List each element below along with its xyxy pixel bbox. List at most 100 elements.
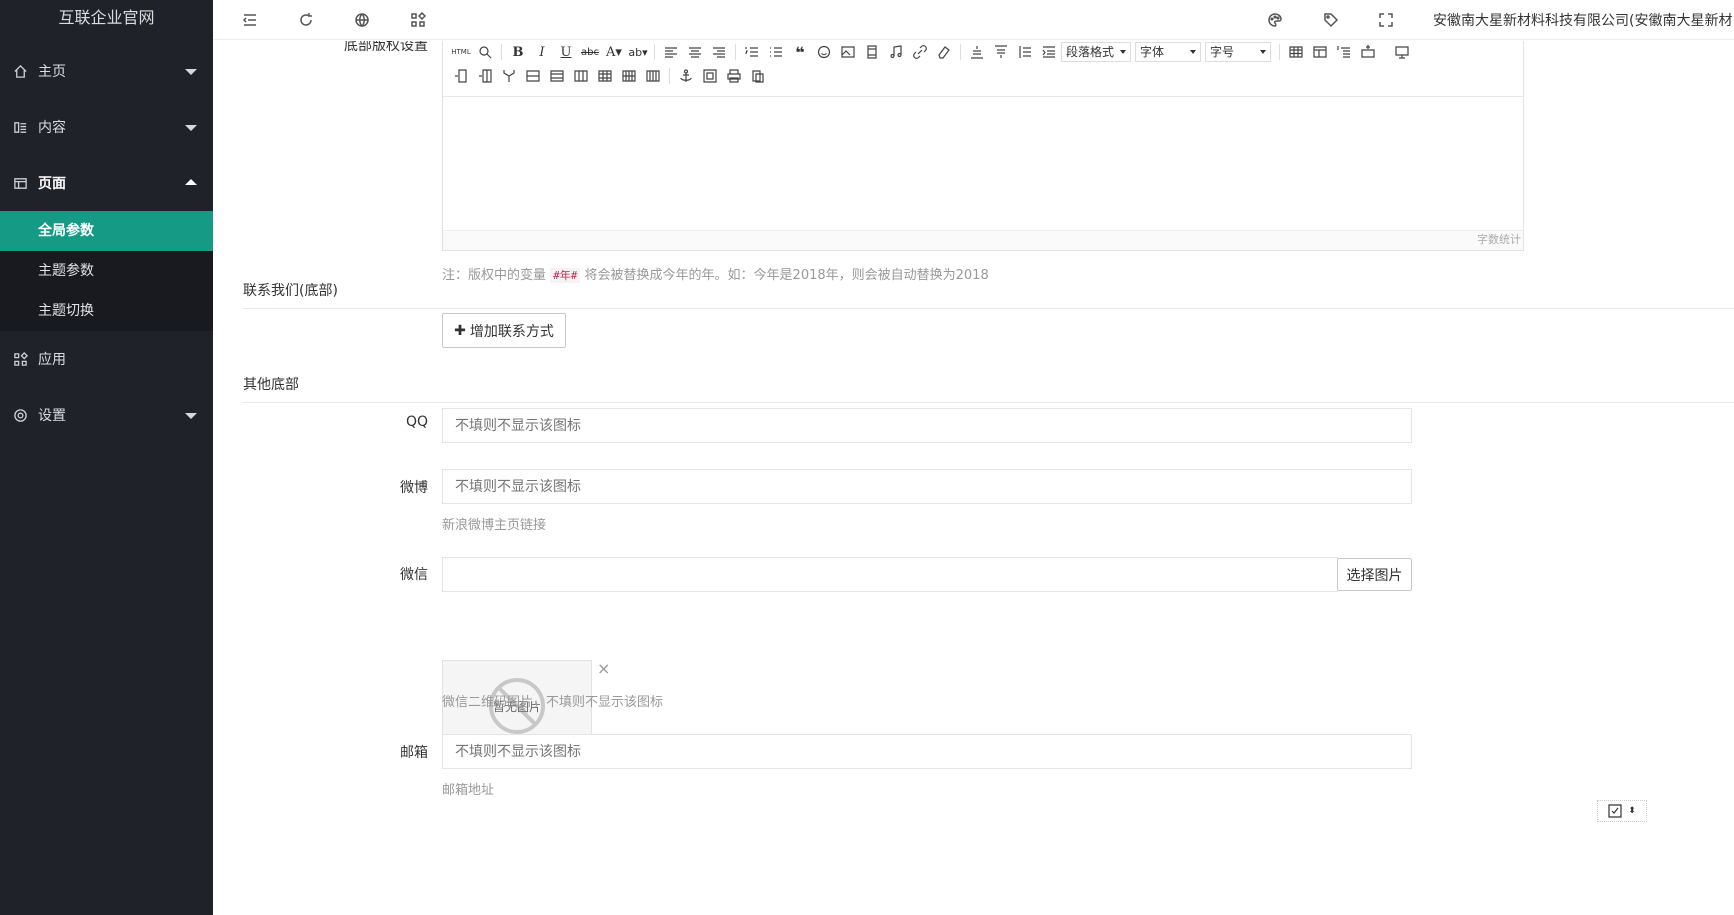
html-source-button[interactable]: HTML — [449, 41, 473, 63]
unordered-list-icon[interactable] — [764, 41, 788, 63]
sidebar-item-label: 设置 — [38, 408, 66, 424]
editor-word-count: 字数统计 — [443, 230, 1523, 250]
music-icon[interactable] — [884, 41, 908, 63]
toolbar-separator — [1279, 44, 1280, 60]
bold-icon[interactable]: B — [506, 41, 530, 63]
align-center-icon[interactable] — [683, 41, 707, 63]
weibo-input[interactable] — [442, 469, 1412, 504]
toolbar-separator — [654, 44, 655, 60]
chevron-up-icon — [185, 179, 197, 185]
email-input[interactable] — [442, 734, 1412, 769]
toolbar-separator — [960, 44, 961, 60]
align-right-icon[interactable] — [707, 41, 731, 63]
app-logo-title[interactable]: 互联企业官网 — [0, 0, 213, 36]
row-spacing-bottom-icon[interactable] — [989, 41, 1013, 63]
editor-toolbar-row-1: HTML B I U abc A▾ ab▾ ❝ 段落格式 字体 字号 — [449, 41, 1414, 63]
rich-text-editor: HTML B I U abc A▾ ab▾ ❝ 段落格式 字体 字号 字数统计 — [442, 41, 1524, 251]
qq-label: QQ — [405, 414, 428, 430]
toolbar-separator — [501, 44, 502, 60]
link-icon[interactable] — [908, 41, 932, 63]
globe-icon[interactable] — [352, 10, 372, 30]
ordered-list-icon[interactable] — [740, 41, 764, 63]
floating-tool[interactable]: ⬍ — [1597, 800, 1647, 822]
gear-icon — [13, 408, 28, 423]
add-contact-label: 增加联系方式 — [469, 323, 554, 340]
indent-icon[interactable] — [1037, 41, 1061, 63]
close-icon[interactable]: × — [597, 659, 610, 678]
merge-down-icon[interactable] — [593, 65, 617, 87]
sidebar-item-label: 页面 — [38, 176, 66, 192]
section-other-title: 其他底部 — [243, 374, 1734, 403]
sidebar-subitem-global-params[interactable]: 全局参数 — [0, 211, 213, 251]
apps-icon — [13, 351, 28, 367]
delete-col-icon[interactable] — [545, 65, 569, 87]
sidebar-submenu-page: 全局参数 主题参数 主题切换 — [0, 211, 213, 331]
sidebar-item-page[interactable]: 页面 — [0, 155, 213, 211]
chevron-down-icon — [185, 413, 197, 419]
table-props-icon[interactable] — [1308, 41, 1332, 63]
sidebar-item-content[interactable]: 内容 — [0, 99, 213, 155]
sidebar-item-apps[interactable]: 应用 — [0, 331, 213, 387]
chevron-down-icon — [185, 69, 197, 75]
main-content: 底部版权设置 HTML B I U abc A▾ ab▾ ❝ 段落格式 字体 字… — [213, 41, 1734, 915]
editor-body[interactable] — [443, 97, 1523, 230]
weibo-label: 微博 — [400, 480, 428, 496]
paragraph-format-select[interactable]: 段落格式 — [1061, 42, 1131, 62]
palette-icon[interactable] — [1265, 10, 1285, 30]
split-icon[interactable] — [497, 65, 521, 87]
split-rows-icon[interactable] — [617, 65, 641, 87]
font-family-select[interactable]: 字体 — [1135, 42, 1201, 62]
delete-row-icon[interactable] — [521, 65, 545, 87]
blockquote-icon[interactable]: ❝ — [788, 41, 812, 63]
anchor-icon[interactable] — [674, 65, 698, 87]
strikethrough-icon[interactable]: abc — [578, 41, 602, 63]
video-icon[interactable] — [860, 41, 884, 63]
tag-icon[interactable] — [1321, 10, 1341, 30]
plus-icon: ✚ — [454, 322, 466, 339]
select-image-button[interactable]: 选择图片 — [1337, 558, 1412, 591]
fullscreen-editor-icon[interactable] — [1390, 41, 1414, 63]
sidebar-subitem-theme-switch[interactable]: 主题切换 — [0, 291, 213, 331]
preview-icon[interactable] — [473, 41, 497, 63]
company-name[interactable]: 安徽南大星新材料科技有限公司(安徽南大星新材 — [1433, 10, 1732, 30]
app-root: 互联企业官网 主页 内容 页面 全局参数 主题参数 主题切换 应用 设置 安徽南… — [0, 0, 1734, 915]
insert-caption-icon[interactable] — [1332, 41, 1356, 63]
align-left-icon[interactable] — [659, 41, 683, 63]
home-icon — [13, 64, 28, 79]
font-color-icon[interactable]: A▾ — [602, 41, 626, 63]
sidebar-subitem-theme-params[interactable]: 主题参数 — [0, 251, 213, 291]
image-icon[interactable] — [836, 41, 860, 63]
sidebar-item-home[interactable]: 主页 — [0, 43, 213, 99]
menu-collapse-icon[interactable] — [240, 10, 260, 30]
sidebar-item-settings[interactable]: 设置 — [0, 387, 213, 443]
insert-row-icon[interactable] — [1356, 41, 1380, 63]
underline-icon[interactable]: U — [554, 41, 578, 63]
floating-tool-arrow-icon: ⬍ — [1628, 806, 1636, 816]
font-size-select[interactable]: 字号 — [1205, 42, 1271, 62]
italic-icon[interactable]: I — [530, 41, 554, 63]
apps-grid-icon[interactable] — [408, 10, 428, 30]
sidebar: 互联企业官网 主页 内容 页面 全局参数 主题参数 主题切换 应用 设置 — [0, 0, 213, 915]
merge-cells-icon[interactable] — [473, 65, 497, 87]
weibo-help: 新浪微博主页链接 — [442, 518, 547, 533]
row-spacing-top-icon[interactable] — [965, 41, 989, 63]
refresh-icon[interactable] — [296, 10, 316, 30]
fullscreen-icon[interactable] — [1376, 10, 1396, 30]
insert-table-icon[interactable] — [1284, 41, 1308, 63]
background-color-icon[interactable]: ab▾ — [626, 41, 650, 63]
insert-col-icon[interactable] — [449, 65, 473, 87]
wechat-image-input[interactable] — [442, 557, 1338, 592]
split-cols-icon[interactable] — [641, 65, 665, 87]
template-icon[interactable] — [698, 65, 722, 87]
wechat-label: 微信 — [400, 567, 428, 583]
qq-input[interactable] — [442, 408, 1412, 443]
add-contact-button[interactable]: ✚ 增加联系方式 — [442, 313, 566, 348]
toolbar-separator — [735, 44, 736, 60]
emoji-icon[interactable] — [812, 41, 836, 63]
paste-icon[interactable] — [746, 65, 770, 87]
line-height-icon[interactable] — [1013, 41, 1037, 63]
print-icon[interactable] — [722, 65, 746, 87]
merge-right-icon[interactable] — [569, 65, 593, 87]
section-contact-title: 联系我们(底部) — [243, 280, 1734, 309]
clear-format-icon[interactable] — [932, 41, 956, 63]
